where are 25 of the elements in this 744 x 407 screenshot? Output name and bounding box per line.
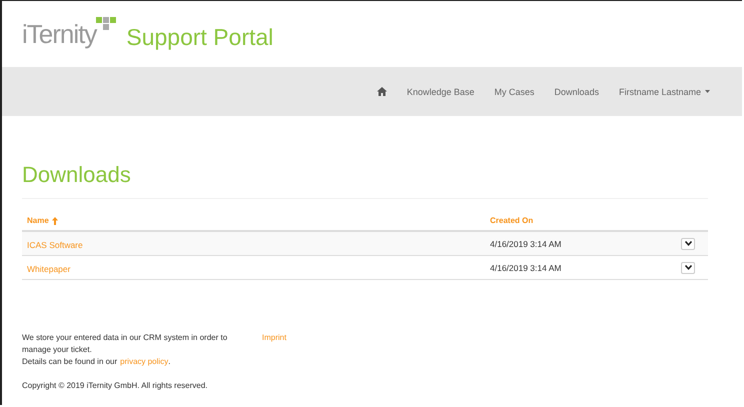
privacy-notice: We store your entered data in our CRM system in order to manage your ticket. bbox=[22, 332, 228, 356]
home-icon[interactable] bbox=[376, 87, 387, 96]
copyright-text: Copyright © 2019 iTernity GmbH. All rights reserved. bbox=[22, 380, 209, 392]
file-link[interactable]: Whitepaper bbox=[27, 264, 70, 274]
details-text: Details can be found in our bbox=[22, 356, 118, 368]
column-header[interactable]: Created On bbox=[490, 216, 673, 225]
user-menu[interactable]: Firstname Lastname bbox=[618, 86, 710, 96]
file-link[interactable]: ICAS Software bbox=[27, 240, 83, 250]
row-menu-button[interactable] bbox=[681, 238, 695, 250]
page-title: Downloads bbox=[22, 162, 708, 199]
caret-icon bbox=[705, 90, 710, 93]
period-text: . bbox=[168, 356, 170, 368]
table-cell-text: 4/16/2019 3:14 AM bbox=[490, 262, 562, 272]
logo-text: iTernity bbox=[22, 18, 96, 50]
chevron-down-icon bbox=[684, 265, 692, 270]
nav-link[interactable]: Downloads bbox=[554, 86, 599, 96]
nav-link[interactable]: My Cases bbox=[494, 86, 534, 96]
nav-link[interactable]: Knowledge Base bbox=[406, 86, 474, 96]
column-header[interactable]: Name bbox=[27, 216, 490, 225]
privacy-policy-link[interactable]: privacy policy bbox=[120, 356, 168, 368]
row-menu-button[interactable] bbox=[681, 262, 695, 274]
table-cell-text: 4/16/2019 3:14 AM bbox=[490, 238, 562, 248]
imprint-link[interactable]: Imprint bbox=[262, 332, 286, 356]
chevron-down-icon bbox=[684, 241, 692, 246]
portal-title: Support Portal bbox=[126, 24, 274, 50]
